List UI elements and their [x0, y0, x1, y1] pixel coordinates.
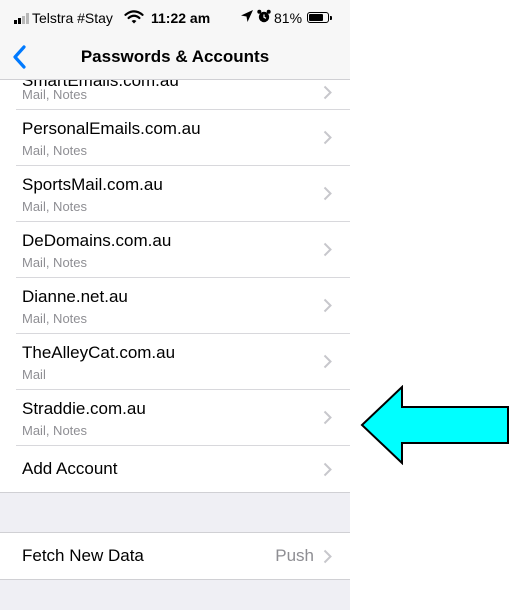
battery-percentage: 81% [274, 10, 303, 26]
account-name: TheAlleyCat.com.au [22, 343, 176, 362]
account-row-sportsmail[interactable]: SportsMail.com.au Mail, Notes [0, 166, 350, 222]
account-name: PersonalEmails.com.au [22, 119, 201, 138]
fetch-new-data-label: Fetch New Data [22, 546, 144, 565]
account-name: SportsMail.com.au [22, 175, 163, 194]
account-services: Mail, Notes [22, 423, 88, 438]
navigation-bar: Passwords & Accounts [0, 36, 350, 80]
annotation-arrow-icon [360, 385, 509, 465]
chevron-right-icon [323, 549, 332, 564]
account-row-smartemails[interactable]: SmartEmails.com.au Mail, Notes [0, 71, 350, 110]
chevron-right-icon [323, 242, 332, 257]
account-services: Mail [22, 367, 46, 382]
account-row-personalemails[interactable]: PersonalEmails.com.au Mail, Notes [0, 110, 350, 166]
chevron-right-icon [323, 186, 332, 201]
chevron-right-icon [323, 130, 332, 145]
account-services: Mail, Notes [22, 199, 88, 214]
account-services: Mail, Notes [22, 87, 88, 102]
location-icon [240, 9, 254, 26]
chevron-right-icon [323, 410, 332, 425]
account-row-thealleycat[interactable]: TheAlleyCat.com.au Mail [0, 334, 350, 390]
carrier-name: Telstra #Stay [32, 10, 113, 26]
status-bar: Telstra #Stay 11:22 am 81% [0, 0, 350, 36]
chevron-right-icon [323, 354, 332, 369]
fetch-new-data-value: Push [275, 546, 314, 565]
chevron-right-icon [323, 85, 332, 100]
fetch-settings-group: Fetch New Data Push [0, 533, 350, 579]
accounts-list: SmartEmails.com.au Mail, Notes PersonalE… [0, 71, 350, 492]
section-spacer [0, 493, 350, 532]
account-services: Mail, Notes [22, 255, 88, 270]
wifi-icon [124, 10, 144, 28]
account-services: Mail, Notes [22, 143, 88, 158]
account-row-straddie[interactable]: Straddie.com.au Mail, Notes [0, 390, 350, 446]
add-account-button[interactable]: Add Account [0, 446, 350, 492]
phone-screen: Telstra #Stay 11:22 am 81% Passwords & A… [0, 0, 350, 610]
divider [0, 579, 350, 580]
fetch-new-data-row[interactable]: Fetch New Data Push [0, 533, 350, 579]
account-name: DeDomains.com.au [22, 231, 172, 250]
account-row-dianne[interactable]: Dianne.net.au Mail, Notes [0, 278, 350, 334]
account-services: Mail, Notes [22, 311, 88, 326]
signal-icon [14, 13, 30, 24]
alarm-icon [257, 9, 271, 27]
page-title: Passwords & Accounts [80, 47, 270, 66]
clock: 11:22 am [151, 10, 211, 26]
account-name: Straddie.com.au [22, 399, 146, 418]
account-row-dedomains[interactable]: DeDomains.com.au Mail, Notes [0, 222, 350, 278]
chevron-right-icon [323, 462, 332, 477]
account-name: Dianne.net.au [22, 287, 128, 306]
chevron-right-icon [323, 298, 332, 313]
add-account-label: Add Account [22, 459, 118, 478]
battery-level [309, 14, 323, 21]
battery-icon [307, 12, 332, 23]
